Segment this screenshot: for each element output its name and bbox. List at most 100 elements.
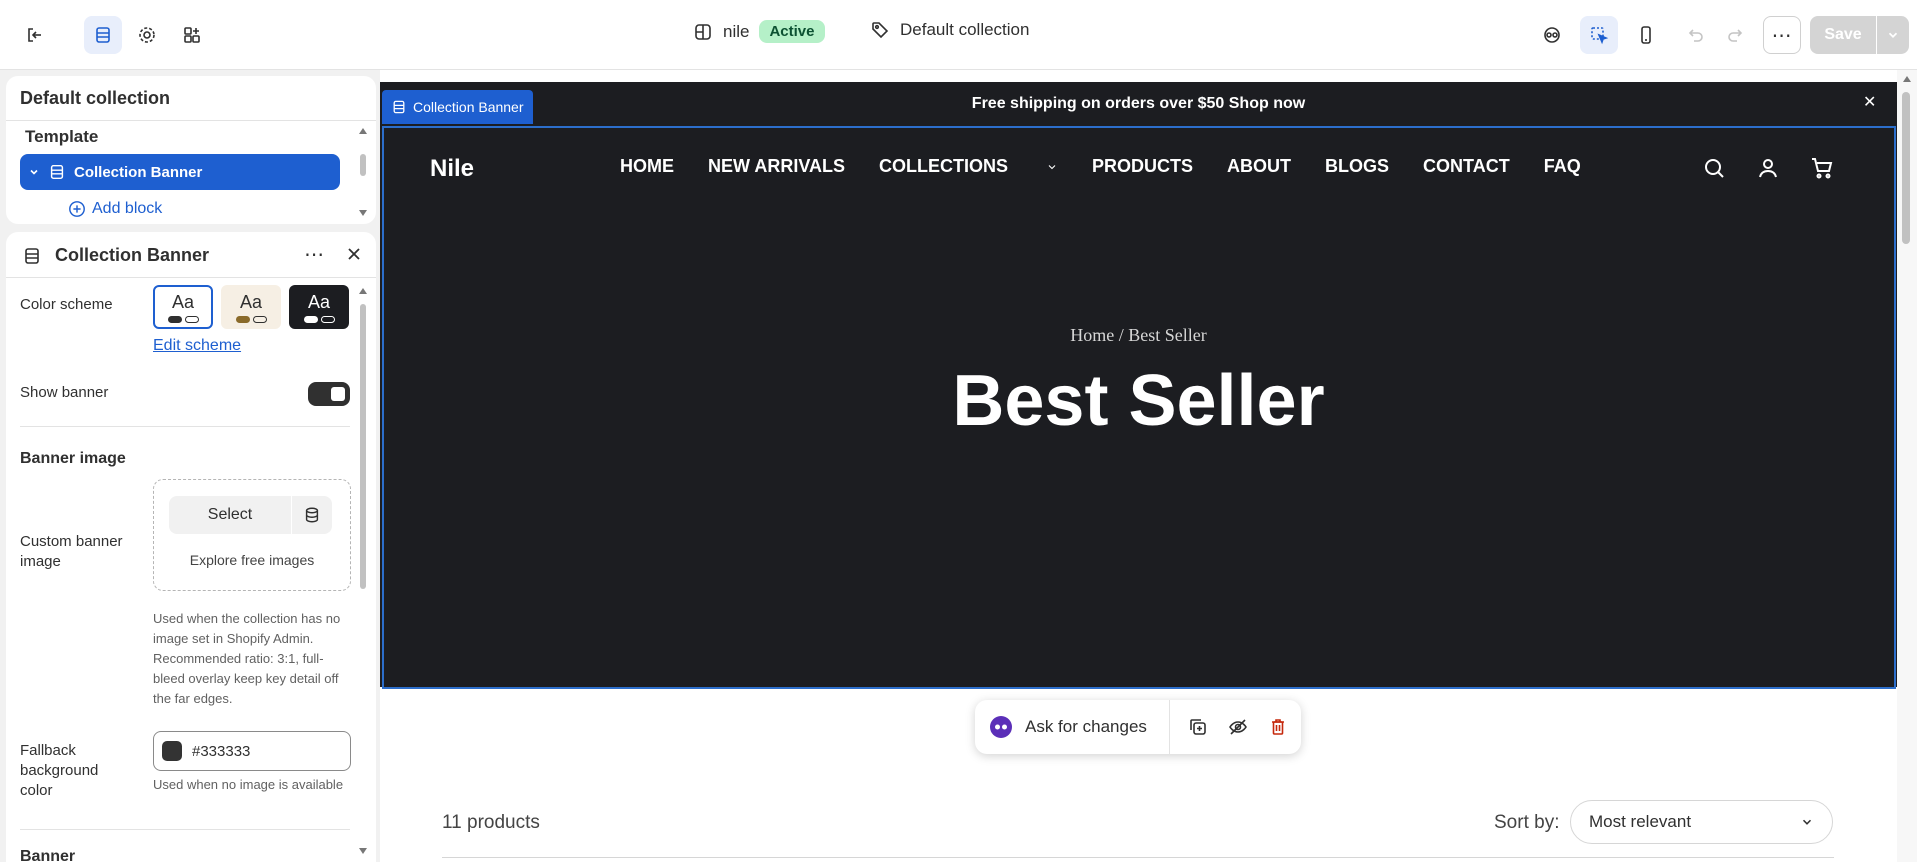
store-preview: Free shipping on orders over $50 Shop no… <box>380 70 1917 862</box>
status-badge: Active <box>759 20 825 43</box>
announcement-text: Free shipping on orders over $50 Shop no… <box>971 94 1306 112</box>
panel-title: Default collection <box>20 88 171 108</box>
section-tag-label: Collection Banner <box>413 99 524 115</box>
save-button[interactable]: Save <box>1810 16 1876 54</box>
scheme-sample-text: Aa <box>171 291 195 312</box>
ask-for-changes-button[interactable]: Ask for changes <box>975 700 1170 754</box>
fallback-color-label: Fallback background color <box>20 742 99 799</box>
more-actions-button[interactable]: ⋯ <box>1763 16 1801 54</box>
divider <box>6 120 376 121</box>
scheme-option-3[interactable]: Aa <box>289 285 349 329</box>
panel-scrollbar[interactable] <box>356 122 370 222</box>
redo-icon[interactable] <box>1717 16 1755 54</box>
scheme-sample-text: Aa <box>239 291 263 312</box>
sections-icon[interactable] <box>84 16 122 54</box>
color-scheme-picker: Aa Aa Aa <box>153 285 353 331</box>
settings-header: Collection Banner ⋯ <box>6 232 376 278</box>
color-swatch[interactable] <box>162 741 182 761</box>
main-nav: HOME NEW ARRIVALS COLLECTIONS PRODUCTS A… <box>620 156 1615 177</box>
search-icon[interactable] <box>1702 156 1726 180</box>
close-icon[interactable] <box>344 244 364 269</box>
scheme-sample-text: Aa <box>307 291 331 312</box>
tag-icon <box>872 22 889 39</box>
nav-item-new-arrivals[interactable]: NEW ARRIVALS <box>708 156 845 177</box>
fallback-color-value: #333333 <box>192 742 251 760</box>
account-icon[interactable] <box>1756 156 1780 180</box>
mobile-preview-icon[interactable] <box>1627 16 1665 54</box>
nav-item-about[interactable]: ABOUT <box>1227 156 1291 177</box>
ask-label: Ask for changes <box>1025 717 1147 736</box>
sort-value: Most relevant <box>1589 812 1692 831</box>
section-item-label: Collection Banner <box>74 163 203 181</box>
plus-circle-icon <box>69 201 85 217</box>
more-options-icon[interactable]: ⋯ <box>304 242 324 267</box>
nav-item-home[interactable]: HOME <box>620 156 674 177</box>
database-icon <box>305 507 319 523</box>
library-button[interactable] <box>292 496 332 534</box>
theme-settings-icon[interactable] <box>128 16 166 54</box>
exit-icon[interactable] <box>16 16 54 54</box>
next-section-heading: Banner <box>20 848 76 862</box>
select-element-icon[interactable] <box>1580 16 1618 54</box>
scheme-option-1[interactable]: Aa <box>153 285 213 329</box>
chevron-down-icon[interactable] <box>28 166 40 178</box>
hide-icon[interactable] <box>1228 717 1248 737</box>
custom-banner-help: Used when the collection has no image se… <box>153 611 341 706</box>
undo-icon[interactable] <box>1676 16 1714 54</box>
fallback-help: Used when no image is available <box>153 777 344 792</box>
more-icon: ⋯ <box>1771 24 1793 47</box>
banner-image-heading: Banner image <box>20 450 126 467</box>
layout-icon <box>695 23 711 40</box>
show-banner-label: Show banner <box>20 384 109 401</box>
select-image-button[interactable]: Select <box>169 496 291 534</box>
nav-item-collections[interactable]: COLLECTIONS <box>879 156 1058 177</box>
duplicate-icon[interactable] <box>1188 717 1208 737</box>
header-icons <box>1702 156 1834 180</box>
settings-scrollbar[interactable] <box>356 282 370 860</box>
cart-icon[interactable] <box>1810 156 1834 180</box>
nav-item-products[interactable]: PRODUCTS <box>1092 156 1193 177</box>
save-options-button[interactable] <box>1877 16 1909 54</box>
add-block-button[interactable]: Add block <box>68 200 162 218</box>
explore-free-images-link[interactable]: Explore free images <box>154 552 350 568</box>
section-item-collection-banner[interactable]: Collection Banner <box>20 154 340 190</box>
chevron-down-icon <box>1048 164 1056 169</box>
section-icon <box>25 248 39 264</box>
store-name: nile <box>723 21 750 41</box>
sort-select[interactable]: Most relevant <box>1570 800 1833 844</box>
nav-item-faq[interactable]: FAQ <box>1544 156 1581 177</box>
product-count: 11 products <box>442 812 540 833</box>
section-icon <box>50 164 64 180</box>
section-icon <box>393 100 405 114</box>
settings-panel: Collection Banner ⋯ Color scheme Aa Aa A… <box>6 232 376 862</box>
divider <box>442 857 1834 858</box>
scheme-option-2[interactable]: Aa <box>221 285 281 329</box>
nav-item-blogs[interactable]: BLOGS <box>1325 156 1389 177</box>
preview-scrollbar[interactable] <box>1897 70 1917 862</box>
edit-scheme-link[interactable]: Edit scheme <box>153 337 241 355</box>
nav-item-contact[interactable]: CONTACT <box>1423 156 1510 177</box>
top-bar: nile Active Default collection ⋯ Save <box>0 0 1917 70</box>
settings-title: Collection Banner <box>55 245 210 265</box>
template-selector[interactable]: Default collection <box>870 20 1029 40</box>
assistant-icon <box>990 716 1012 738</box>
sections-panel: Default collection Template Collection B… <box>6 76 376 224</box>
group-label: Template <box>25 127 99 146</box>
collection-title: Best Seller <box>952 361 1325 441</box>
show-banner-toggle[interactable] <box>308 382 350 406</box>
inspector-icon[interactable] <box>1533 16 1571 54</box>
store-status[interactable]: nile Active <box>693 20 825 43</box>
store-logo[interactable]: Nile <box>430 155 474 183</box>
divider <box>20 829 350 830</box>
fallback-color-field[interactable]: #333333 <box>153 731 351 771</box>
scrollbar-thumb[interactable] <box>1902 92 1910 244</box>
chevron-down-icon <box>1802 819 1812 825</box>
nav-item-label: COLLECTIONS <box>879 156 1008 176</box>
delete-icon[interactable] <box>1268 717 1288 737</box>
app-embeds-icon[interactable] <box>173 16 211 54</box>
section-toolbar: Ask for changes <box>975 700 1301 754</box>
section-tag[interactable]: Collection Banner <box>382 90 533 124</box>
close-icon[interactable]: ✕ <box>1863 92 1876 112</box>
announcement-bar[interactable]: Free shipping on orders over $50 Shop no… <box>380 82 1897 125</box>
chevron-down-icon <box>1888 32 1898 38</box>
